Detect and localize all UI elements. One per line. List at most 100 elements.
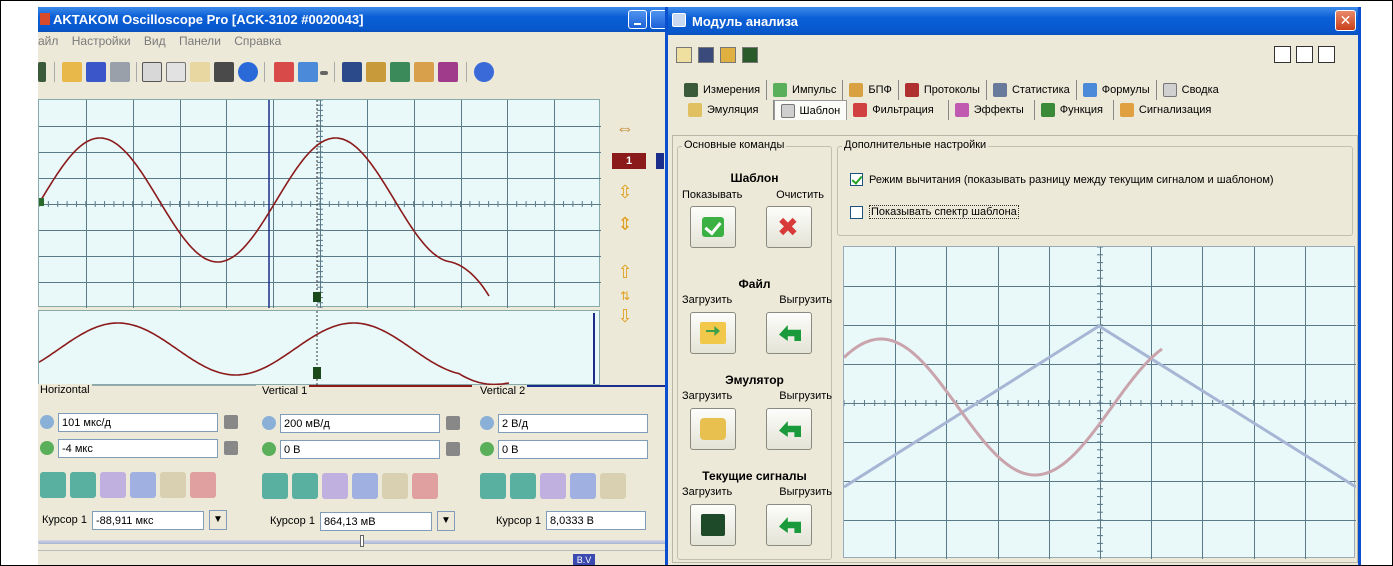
file-load-button[interactable] [690,312,736,354]
emulator-load-button[interactable] [690,408,736,450]
print-icon[interactable] [1274,46,1291,63]
tab-protocols[interactable]: Протоколы [899,80,987,100]
tab-pulse[interactable]: Импульс [767,80,844,100]
fit-icon[interactable]: ⇔ [614,117,636,139]
tab-fft[interactable]: БПФ [843,80,899,100]
v2-shrink-icon[interactable] [480,473,506,499]
measure-icon[interactable] [390,62,410,82]
main-waveform-screen[interactable] [38,99,601,309]
close-button[interactable]: ✕ [1335,10,1356,31]
checkbox-checked-icon[interactable] [850,173,863,186]
chevron-down-icon[interactable]: ▼ [208,510,227,530]
file-save-button[interactable] [766,312,812,354]
slider-thumb[interactable] [360,535,364,547]
show-spectrum-checkbox[interactable]: Показывать спектр шаблона [850,205,1019,219]
info-icon[interactable] [474,62,494,82]
v1-zoom-in-icon[interactable] [322,473,348,499]
waveform-icon[interactable] [190,62,210,82]
cut-icon[interactable] [274,62,294,82]
checkbox-empty-icon[interactable] [850,205,863,219]
v1-offset-field[interactable]: 0 В [280,439,440,459]
v1-reset-icon[interactable] [412,473,438,499]
h-zoom-in-icon[interactable] [100,472,126,498]
down-arrow-icon[interactable]: ⇩ [614,305,636,327]
current-load-button[interactable] [690,504,736,546]
dropdown-arrow-icon[interactable] [320,71,328,75]
channel1-indicator[interactable]: 1 [612,153,646,169]
module-titlebar[interactable]: Модуль анализа ✕ [668,7,1358,35]
timebase-field[interactable]: 101 мкс/д [58,412,218,432]
probe-icon[interactable] [720,47,736,63]
menu-help[interactable]: Справка [234,34,281,48]
lock-icon[interactable] [446,442,460,456]
maximize-button[interactable] [650,10,666,29]
cursor-tool-icon[interactable] [298,62,318,82]
v1-zoom-out-icon[interactable] [352,473,378,499]
pause-icon[interactable] [238,62,258,82]
tab-alarm[interactable]: Сигнализация [1114,100,1217,120]
tab-formulas[interactable]: Формулы [1077,80,1157,100]
paste-icon[interactable] [166,62,186,82]
tab-emulation[interactable]: Эмуляция [682,100,774,120]
minimize-button[interactable] [628,10,647,29]
up-arrow-icon[interactable]: ⇧ [614,261,636,283]
book-icon[interactable] [698,47,714,63]
tab-statistics[interactable]: Статистика [987,80,1077,100]
tab-filtering[interactable]: Фильтрация [847,100,949,120]
v2-offset-field[interactable]: 0 В [498,439,648,459]
copy-icon[interactable] [142,62,162,82]
tab-measurements[interactable]: Измерения [678,80,768,100]
v2-scale-field[interactable]: 2 В/д [498,413,648,433]
monitor-icon[interactable] [214,62,234,82]
osc-titlebar[interactable]: AKTAKOM Oscilloscope Pro [ACK-3102 #0020… [38,7,666,32]
current-save-button[interactable] [766,504,812,546]
save-icon[interactable] [86,62,106,82]
v2-zoom-in-icon[interactable] [540,473,566,499]
flag-icon[interactable] [438,62,458,82]
v1-auto-icon[interactable] [382,473,408,499]
v2-expand-icon[interactable] [510,473,536,499]
small-arrows-icon[interactable]: ⇅ [614,285,636,307]
h-cursor-field[interactable]: -88,911 мкс [91,510,204,530]
menu-file[interactable]: айл [38,34,58,48]
emulator-save-button[interactable] [766,408,812,450]
position-slider[interactable] [38,535,666,547]
close-icon[interactable] [1318,46,1335,63]
h-zoom-out-icon[interactable] [130,472,156,498]
subtract-mode-checkbox[interactable]: Режим вычитания (показывать разницу межд… [850,173,1274,186]
tab-effects[interactable]: Эффекты [949,100,1035,120]
h-auto-icon[interactable] [160,472,186,498]
open-folder-icon[interactable] [62,62,82,82]
v1-expand-icon[interactable] [292,473,318,499]
zoom-waveform-screen[interactable] [38,310,600,386]
menu-panels[interactable]: Панели [179,34,221,48]
channel2-indicator[interactable] [656,153,664,169]
expand-vertical-icon[interactable]: ⇳ [614,181,636,203]
lock-icon[interactable] [224,415,238,429]
v2-cursor-field[interactable]: 8,0333 В [545,511,646,530]
compress-vertical-icon[interactable]: ⇕ [614,213,636,235]
h-offset-field[interactable]: -4 мкс [58,438,218,458]
show-template-button[interactable] [690,206,736,248]
scope-icon[interactable] [742,47,758,63]
minimize-icon[interactable] [1296,46,1313,63]
tab-function[interactable]: Функция [1035,100,1114,120]
h-reset-icon[interactable] [190,472,216,498]
v1-shrink-icon[interactable] [262,473,288,499]
print-icon[interactable] [110,62,130,82]
tab-template[interactable]: Шаблон [773,100,848,120]
menu-view[interactable]: Вид [144,34,166,48]
tab-summary[interactable]: Сводка [1157,80,1225,100]
star-icon[interactable] [676,47,692,63]
v1-scale-field[interactable]: 200 мВ/д [280,413,440,433]
chevron-down-icon[interactable]: ▼ [436,511,455,531]
lock-icon[interactable] [446,416,460,430]
v1-cursor-field[interactable]: 864,13 мВ [319,511,432,531]
lock-icon[interactable] [224,441,238,455]
h-expand-icon[interactable] [70,472,96,498]
probe-icon[interactable] [366,62,386,82]
clear-template-button[interactable]: ✖ [766,206,812,248]
menu-settings[interactable]: Настройки [72,34,131,48]
people-icon[interactable] [414,62,434,82]
h-shrink-icon[interactable] [40,472,66,498]
